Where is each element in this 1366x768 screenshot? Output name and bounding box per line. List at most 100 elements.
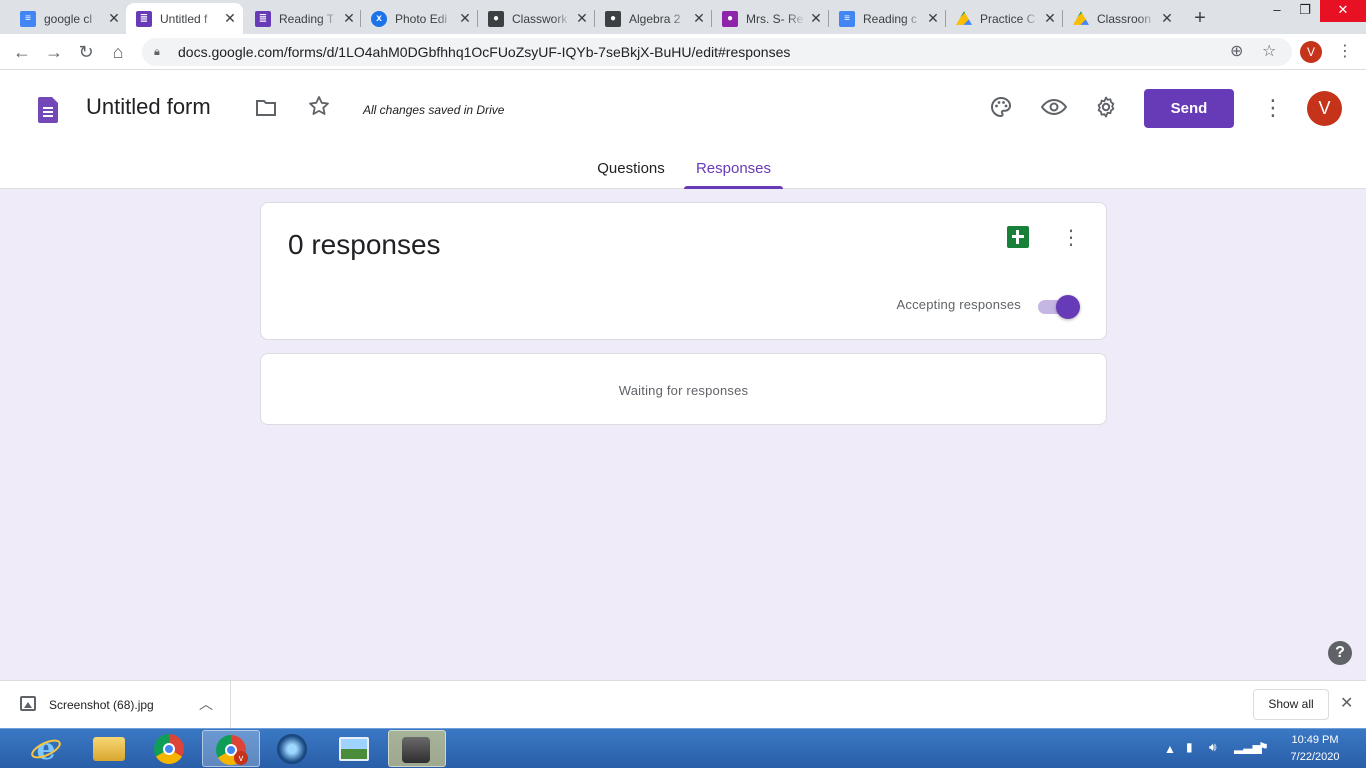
browser-profile-avatar[interactable]: V: [1300, 41, 1322, 63]
snipping-tool-taskbar-button[interactable]: [388, 730, 446, 767]
file-explorer-taskbar-button[interactable]: [80, 730, 138, 767]
save-status: All changes saved in Drive: [363, 103, 505, 117]
accepting-responses-toggle[interactable]: [1038, 295, 1080, 319]
account-avatar[interactable]: V: [1307, 91, 1342, 126]
send-button[interactable]: Send: [1144, 89, 1234, 128]
back-arrow-icon[interactable]: ←: [10, 40, 34, 64]
minimize-button[interactable]: –: [1262, 0, 1292, 22]
close-icon[interactable]: ✕: [342, 10, 356, 27]
tab-title: Classroon: [1097, 11, 1152, 26]
close-icon[interactable]: ✕: [692, 10, 706, 27]
close-icon[interactable]: ✕: [575, 10, 589, 27]
classroom-icon: ●: [605, 10, 621, 27]
classroom-icon: ●: [722, 10, 738, 27]
battery-icon[interactable]: ▮: [1186, 740, 1193, 754]
reload-icon[interactable]: ↻: [74, 40, 98, 64]
waiting-message: Waiting for responses: [618, 383, 749, 398]
show-all-button[interactable]: Show all: [1253, 689, 1329, 720]
browser-tab-reading-c[interactable]: ≡ Reading c ✕: [829, 3, 946, 34]
folder-icon: [93, 737, 125, 761]
browser-tab-practice[interactable]: Practice C ✕: [946, 3, 1063, 34]
clock-time[interactable]: 10:49 PM: [1280, 734, 1350, 746]
speaker-icon[interactable]: 🔊︎: [1209, 740, 1217, 755]
responses-summary-card: 0 responses ⋮ Accepting responses: [260, 202, 1107, 340]
forms-icon: ≣: [136, 10, 152, 27]
waiting-card: Waiting for responses: [260, 353, 1107, 425]
url-text: docs.google.com/forms/d/1LO4ahM0DGbfhhq1…: [178, 44, 791, 60]
settings-gear-icon[interactable]: [1094, 95, 1118, 124]
form-title[interactable]: Untitled form: [86, 94, 211, 120]
docs-icon: ≡: [20, 10, 36, 27]
more-options-icon[interactable]: ⋮: [1262, 96, 1284, 120]
tab-title: Untitled f: [160, 11, 208, 26]
close-icon[interactable]: ✕: [1340, 693, 1353, 713]
svg-text:e: e: [36, 733, 55, 765]
maximize-button[interactable]: ❐: [1290, 0, 1320, 22]
browser-tab-google-classroom[interactable]: ≡ google cl ✕: [10, 3, 127, 34]
tab-responses[interactable]: Responses: [684, 158, 783, 189]
zoom-icon[interactable]: ⊕: [1230, 41, 1243, 61]
browser-tab-mrs-s[interactable]: ● Mrs. S- Re ✕: [712, 3, 829, 34]
bookmark-star-icon[interactable]: ☆: [1262, 41, 1276, 61]
browser-menu-icon[interactable]: ⋮: [1337, 40, 1353, 64]
image-file-icon: [20, 696, 36, 711]
browser-tab-algebra-2[interactable]: ● Algebra 2 ✕: [595, 3, 712, 34]
tab-title: Photo Edi: [395, 11, 448, 26]
browser-tab-photo-editor[interactable]: x Photo Edi ✕: [361, 3, 478, 34]
download-bar: Screenshot (68).jpg ︿ Show all ✕: [0, 680, 1366, 729]
star-icon[interactable]: [307, 94, 331, 123]
media-player-taskbar-button[interactable]: [264, 730, 322, 767]
lock-icon[interactable]: 🔒︎: [154, 46, 168, 59]
home-icon[interactable]: ⌂: [106, 40, 130, 64]
clock-date[interactable]: 7/22/2020: [1280, 751, 1350, 763]
toggle-thumb: [1056, 295, 1080, 319]
close-icon[interactable]: ✕: [107, 10, 121, 27]
preview-eye-icon[interactable]: [1040, 95, 1068, 124]
chrome-taskbar-button[interactable]: [141, 730, 199, 767]
docs-icon: ≡: [839, 10, 855, 27]
sheets-icon[interactable]: [1007, 226, 1029, 248]
tab-title: Mrs. S- Re: [746, 11, 804, 26]
tab-title: google cl: [44, 11, 93, 26]
palette-icon[interactable]: [989, 95, 1013, 124]
action-center-flag-icon[interactable]: ⚑: [1258, 740, 1269, 754]
photo-viewer-icon: [339, 737, 369, 761]
photo-editor-icon: x: [371, 10, 387, 27]
close-icon[interactable]: ✕: [458, 10, 472, 27]
tab-questions[interactable]: Questions: [594, 158, 668, 189]
new-tab-button[interactable]: +: [1188, 6, 1212, 30]
close-icon[interactable]: ✕: [1160, 10, 1174, 27]
chevron-up-icon[interactable]: ︿: [199, 694, 213, 714]
close-icon[interactable]: ✕: [926, 10, 940, 27]
help-icon[interactable]: ?: [1328, 641, 1352, 665]
folder-icon[interactable]: [254, 96, 278, 125]
browser-tab-classroom[interactable]: Classroon ✕: [1063, 3, 1180, 34]
accepting-responses-label: Accepting responses: [896, 297, 1021, 312]
browser-tab-reading-t[interactable]: ≣ Reading T ✕: [245, 3, 362, 34]
download-item[interactable]: Screenshot (68).jpg ︿: [0, 681, 231, 729]
forms-icon: ≣: [255, 10, 271, 27]
forms-logo-icon[interactable]: [38, 97, 58, 123]
window-close-button[interactable]: ✕: [1320, 0, 1366, 22]
windows-taskbar: e v ▲ ▮ 🔊︎ ▂▃▅ ⚑ 10:49 PM 7/22/2020: [0, 728, 1366, 768]
drive-icon: [956, 11, 972, 25]
close-icon[interactable]: ✕: [223, 10, 237, 27]
close-icon[interactable]: ✕: [1043, 10, 1057, 27]
browser-tab-classwork[interactable]: ● Classwork ✕: [478, 3, 595, 34]
responses-more-icon[interactable]: ⋮: [1061, 225, 1081, 251]
drive-icon: [1073, 11, 1089, 25]
close-icon[interactable]: ✕: [809, 10, 823, 27]
chrome-icon: [154, 734, 184, 764]
browser-tab-strip: ≡ google cl ✕ ≣ Untitled f ✕ ≣ Reading T…: [0, 0, 1366, 34]
address-bar[interactable]: 🔒︎ docs.google.com/forms/d/1LO4ahM0DGbfh…: [142, 38, 1292, 66]
classroom-icon: ●: [488, 10, 504, 27]
browser-tab-untitled-form[interactable]: ≣ Untitled f ✕: [126, 3, 243, 34]
tab-title: Algebra 2: [629, 11, 681, 26]
forward-arrow-icon[interactable]: →: [42, 40, 66, 64]
chrome-profile-taskbar-button[interactable]: v: [202, 730, 260, 767]
download-file-name: Screenshot (68).jpg: [49, 698, 154, 712]
chevron-up-icon[interactable]: ▲: [1164, 742, 1176, 756]
photo-viewer-taskbar-button[interactable]: [326, 730, 384, 767]
internet-explorer-icon[interactable]: e: [30, 732, 62, 767]
response-count: 0 responses: [288, 229, 441, 260]
